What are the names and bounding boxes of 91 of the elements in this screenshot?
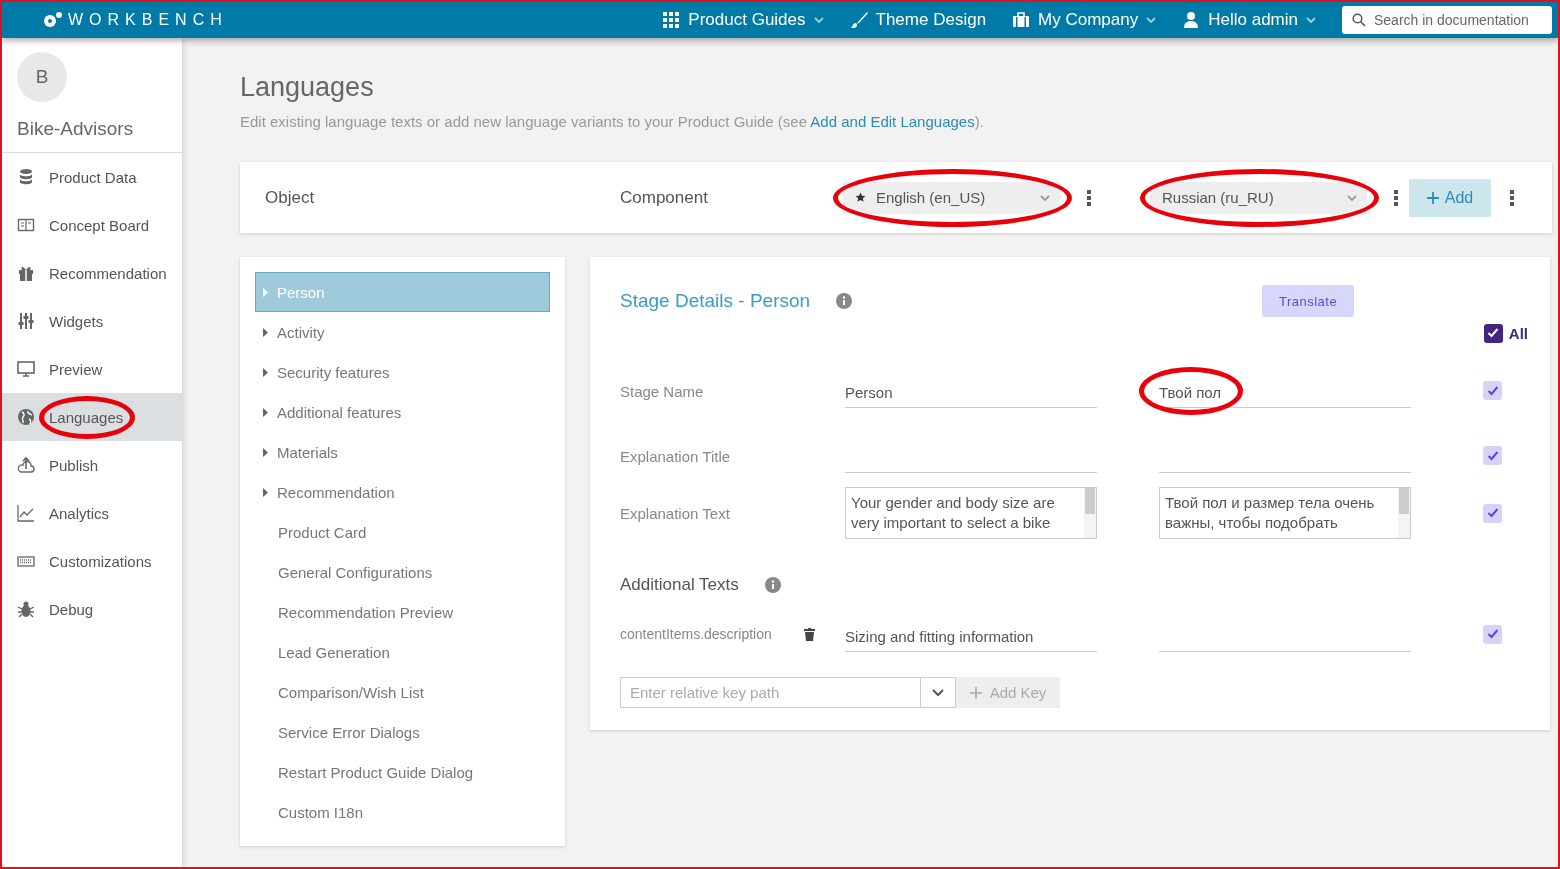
nav-menu-button[interactable]: Hello admin	[1182, 10, 1316, 30]
more-icon[interactable]	[1086, 188, 1092, 207]
tree-item[interactable]: Recommendation	[255, 472, 550, 512]
column-header: Component	[620, 187, 709, 208]
cloud-upload-icon	[17, 456, 35, 474]
text-area[interactable]: Твой пол и размер тела очень важны, чтобы подобрать	[1159, 487, 1411, 539]
input-field[interactable]: Твой пол	[1159, 373, 1411, 408]
tree-item[interactable]: Recommendation Preview	[255, 592, 550, 632]
tree-item[interactable]: Restart Product Guide Dialog	[255, 752, 550, 792]
chevron-down-icon	[1040, 193, 1050, 202]
check-icon	[1486, 629, 1499, 639]
check-icon	[1486, 385, 1499, 396]
info-icon	[836, 293, 853, 309]
column-header: Object	[265, 187, 316, 208]
translate-button[interactable]: Translate	[1262, 285, 1355, 317]
checkbox[interactable]	[1483, 323, 1503, 343]
brush-icon	[849, 11, 868, 29]
account-name: Bike-Advisors	[17, 118, 135, 140]
sliders-icon	[17, 312, 35, 330]
search-placeholder: Search in documentation	[1374, 12, 1529, 28]
tree-item[interactable]: Custom I18n	[255, 792, 550, 832]
nav-menu-button[interactable]: Theme Design	[849, 10, 987, 30]
sidebar-item[interactable]: Widgets	[2, 297, 182, 345]
input-field[interactable]: Sizing and fitting information	[845, 616, 1097, 652]
info-icon	[764, 577, 781, 593]
user-icon	[1182, 11, 1201, 29]
field-label: Explanation Title	[620, 448, 732, 465]
input-field[interactable]: Enter relative key path	[620, 677, 920, 708]
more-icon[interactable]	[1509, 188, 1515, 207]
logo-text: WORKBENCH	[68, 11, 228, 29]
section-title: Additional Texts	[620, 575, 739, 595]
tree-item[interactable]: Product Card	[255, 512, 550, 552]
section-title: Stage Details - Person	[620, 290, 811, 312]
sidebar-item[interactable]: Preview	[2, 345, 182, 393]
nav-menu-button[interactable]: My Company	[1012, 10, 1157, 30]
key-label: contentItems.description	[620, 625, 773, 643]
field-label: Explanation Text	[620, 504, 731, 522]
page-title: Languages	[240, 72, 375, 103]
add-button[interactable]: Add	[1409, 178, 1491, 217]
tree-item[interactable]: Lead Generation	[255, 632, 550, 672]
sidebar-item[interactable]: Analytics	[2, 489, 182, 537]
checkbox[interactable]	[1483, 381, 1502, 400]
dropdown-button[interactable]	[920, 677, 956, 708]
check-icon	[1486, 450, 1499, 461]
briefcase-icon	[1012, 11, 1031, 29]
check-icon	[1487, 328, 1500, 338]
help-link[interactable]: Add and Edit Languages	[810, 113, 975, 130]
gift-icon	[17, 264, 35, 282]
language-dropdown[interactable]: Russian (ru_RU)	[1150, 181, 1367, 214]
check-icon	[1486, 508, 1499, 518]
avatar: B	[17, 52, 67, 102]
sidebar-item[interactable]: Publish	[2, 441, 182, 489]
sidebar-item[interactable]: Concept Board	[2, 201, 182, 249]
grid-icon	[662, 11, 681, 29]
checkbox[interactable]	[1483, 446, 1502, 465]
tree-item[interactable]: Activity	[255, 312, 550, 352]
board-icon	[17, 216, 35, 234]
plus-icon	[969, 686, 982, 699]
sidebar-item[interactable]: Languages	[2, 393, 182, 441]
input-field[interactable]: Person	[845, 373, 1097, 408]
checkbox[interactable]	[1483, 503, 1502, 523]
monitor-icon	[17, 360, 35, 378]
chevron-down-icon	[1347, 193, 1357, 202]
chevron-down-icon	[932, 688, 944, 697]
globe-icon	[17, 408, 35, 426]
tree-item[interactable]: Service Error Dialogs	[255, 712, 550, 752]
plus-icon	[1426, 191, 1439, 204]
tree-item[interactable]: General Configurations	[255, 552, 550, 592]
checkbox[interactable]	[1483, 624, 1502, 644]
nav-menu-button[interactable]: Product Guides	[662, 10, 824, 30]
checkbox-label: All	[1508, 324, 1528, 342]
search-icon	[1352, 13, 1366, 27]
sidebar-item[interactable]: Recommendation	[2, 249, 182, 297]
logo-icon	[42, 11, 64, 29]
text-area[interactable]: Your gender and body size are very important to select a bike	[845, 487, 1097, 539]
line-chart-icon	[17, 504, 35, 522]
more-icon[interactable]	[1393, 188, 1399, 207]
sidebar-item[interactable]: Product Data	[2, 153, 182, 201]
field-label: Stage Name	[620, 383, 705, 400]
sidebar-item[interactable]: Customizations	[2, 537, 182, 585]
bug-icon	[17, 600, 35, 618]
language-dropdown[interactable]: English (en_US)	[843, 181, 1060, 214]
search-field[interactable]: Search in documentation	[1342, 6, 1552, 34]
page-description: Edit existing language texts or add new language variants to your Product Guide (see Add and Edit Languages).	[240, 113, 985, 130]
tree-item[interactable]: Additional features	[255, 392, 550, 432]
trash-icon[interactable]	[804, 627, 815, 641]
tree-item[interactable]: Materials	[255, 432, 550, 472]
tree-item[interactable]: Security features	[255, 352, 550, 392]
tree-item[interactable]: Comparison/Wish List	[255, 672, 550, 712]
database-icon	[17, 168, 35, 186]
sidebar-item[interactable]: Debug	[2, 585, 182, 633]
